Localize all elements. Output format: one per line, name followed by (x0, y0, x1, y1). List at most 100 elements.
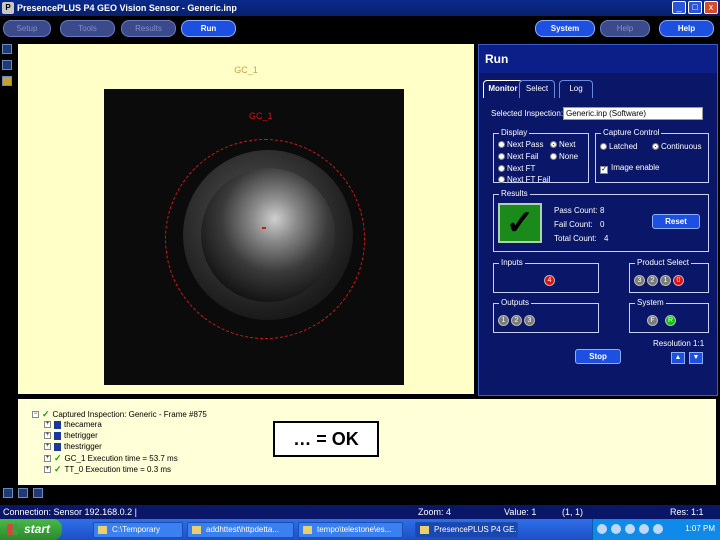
taskbar-item[interactable]: C:\Temporary (93, 522, 183, 538)
capture-continuous-radio[interactable]: Continuous (652, 142, 701, 151)
product-select-pin: 1 (660, 275, 671, 286)
tray-icon[interactable] (611, 524, 621, 534)
center-marker (262, 227, 266, 229)
display-next-ft-fail-radio[interactable]: Next FT Fail (498, 175, 550, 184)
taskbar-item[interactable]: tempo\telestone\es... (298, 522, 403, 538)
camera-icon (54, 420, 61, 429)
tray-icon[interactable] (639, 524, 649, 534)
system-pin-f: F (647, 315, 658, 326)
maximize-button[interactable]: □ (688, 1, 702, 14)
pass-check-icon: ✓ (498, 203, 542, 243)
value-status: Value: 1 (504, 507, 537, 517)
app-icon: P (2, 2, 14, 14)
tab-select[interactable]: Select (519, 80, 555, 98)
display-next-pass-radio[interactable]: Next Pass (498, 140, 543, 149)
zoom-up-icon[interactable]: ▲ (671, 352, 685, 364)
window-title: PresencePLUS P4 GEO Vision Sensor - Gene… (17, 3, 237, 13)
tool-icon[interactable] (33, 488, 43, 498)
nav-help-button[interactable]: Help (659, 20, 714, 37)
check-icon: ✓ (42, 409, 50, 419)
tree-row[interactable]: + ✓ TT_0 Execution time = 0.3 ms (44, 464, 171, 475)
gc-overlay-label: GC_1 (249, 111, 273, 121)
display-title: Display (499, 128, 530, 137)
outputs-title: Outputs (499, 298, 532, 307)
tool-icon[interactable] (3, 488, 13, 498)
run-title: Run (485, 52, 509, 66)
tree-row[interactable]: + thestrigger (44, 442, 102, 451)
window-icon (192, 526, 201, 534)
zoom-down-icon[interactable]: ▼ (689, 352, 703, 364)
fail-count-value: 0 (600, 220, 605, 229)
reset-button[interactable]: Reset (652, 214, 700, 229)
close-button[interactable]: x (704, 1, 718, 14)
nav-results-button[interactable]: Results (121, 20, 176, 37)
capture-latched-radio[interactable]: Latched (600, 142, 637, 151)
output-pin: 2 (511, 315, 522, 326)
ok-callout: … = OK (273, 421, 379, 457)
tool-icon[interactable] (2, 76, 12, 86)
run-panel: Run Monitor Select Log Selected Inspecti… (478, 44, 718, 396)
inputs-group: Inputs 4 (493, 258, 599, 293)
resolution-label: Resolution 1:1 (653, 339, 705, 348)
product-select-pin: 0 (673, 275, 684, 286)
nav-system-button[interactable]: System (535, 20, 595, 37)
gc-circle-overlay (165, 139, 365, 339)
status-bar: Connection: Sensor 192.168.0.2 | Zoom: 4… (0, 505, 720, 519)
stop-button[interactable]: Stop (575, 349, 621, 364)
nav-help-disabled-button[interactable]: Help (600, 20, 650, 37)
total-count-value: 4 (604, 234, 609, 243)
bottom-toolbar (0, 488, 43, 500)
window-icon (303, 526, 312, 534)
input-pin: 4 (544, 275, 555, 286)
pass-count-label: Pass Count: (554, 206, 598, 215)
trigger-icon (54, 431, 61, 440)
product-select-pin: 3 (634, 275, 645, 286)
monitor-body: Selected Inspection: Generic.inp (Softwa… (483, 98, 713, 393)
zoom-status: Zoom: 4 (418, 507, 452, 517)
tree-row[interactable]: + thetrigger (44, 431, 98, 440)
title-bar: P PresencePLUS P4 GEO Vision Sensor - Ge… (0, 0, 720, 16)
start-button[interactable]: start (0, 519, 62, 540)
taskbar-item-active[interactable]: PresencePLUS P4 GE... (415, 522, 518, 538)
nav-run-button[interactable]: Run (181, 20, 236, 37)
tray-icon[interactable] (597, 524, 607, 534)
taskbar-item[interactable]: addhttest\httpdetta... (187, 522, 294, 538)
image-enable-checkbox[interactable]: ✓ Image enable (600, 163, 659, 174)
display-none-radio[interactable]: None (550, 152, 578, 161)
pass-count-value: 8 (600, 206, 605, 215)
taskbar: start C:\Temporary addhttest\httpdetta..… (0, 519, 720, 540)
capture-control-group: Capture Control Latched Continuous ✓ Imag… (595, 128, 709, 183)
tool-icon[interactable] (2, 60, 12, 70)
system-pin-r: R (665, 315, 676, 326)
display-next-fail-radio[interactable]: Next Fail (498, 152, 539, 161)
check-icon: ✓ (54, 464, 62, 474)
nav-tools-button[interactable]: Tools (60, 20, 115, 37)
tree-row[interactable]: − ✓ Captured Inspection: Generic - Frame #… (32, 409, 207, 420)
nav-setup-button[interactable]: Setup (3, 20, 51, 37)
tool-icon[interactable] (18, 488, 28, 498)
outputs-group: Outputs 1 2 3 (493, 298, 599, 333)
total-count-label: Total Count: (554, 234, 597, 243)
tab-log[interactable]: Log (559, 80, 593, 98)
display-next-radio[interactable]: Next (550, 140, 575, 149)
minimize-button[interactable]: _ (672, 1, 686, 14)
clock: 1:07 PM (685, 524, 715, 533)
display-next-ft-radio[interactable]: Next FT (498, 164, 535, 173)
tool-icon[interactable] (2, 44, 12, 54)
tray-icon[interactable] (653, 524, 663, 534)
folder-icon (98, 526, 107, 534)
selected-inspection-label: Selected Inspection: (491, 109, 564, 118)
tree-row[interactable]: + ✓ GC_1 Execution time = 53.7 ms (44, 453, 178, 464)
system-title: System (635, 298, 666, 307)
coords-status: (1, 1) (562, 507, 584, 517)
tab-monitor[interactable]: Monitor (483, 80, 523, 98)
selected-inspection-field[interactable]: Generic.inp (Software) (563, 107, 703, 120)
output-pin: 3 (524, 315, 535, 326)
run-header: Run (479, 45, 717, 73)
results-group: Results ✓ Pass Count: 8 Fail Count: 0 To… (493, 189, 709, 252)
windows-logo-icon (7, 524, 18, 535)
tree-row[interactable]: + thecamera (44, 420, 102, 429)
product-select-pin: 2 (647, 275, 658, 286)
product-select-title: Product Select (635, 258, 692, 267)
tray-icon[interactable] (625, 524, 635, 534)
